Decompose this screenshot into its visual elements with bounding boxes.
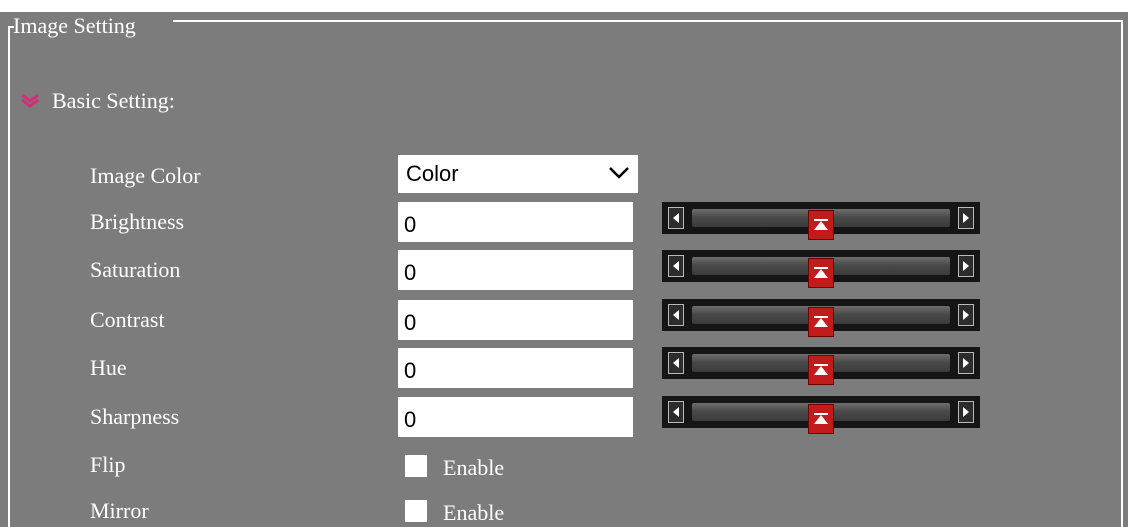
chevron-down-icon: [609, 167, 629, 179]
arrow-right-icon: [963, 358, 969, 368]
sharpness-decrease-button[interactable]: [668, 401, 684, 423]
slider-track[interactable]: [692, 209, 950, 240]
slider-thumb-icon: [814, 219, 828, 230]
hue-increase-button[interactable]: [958, 352, 974, 374]
slider-thumb[interactable]: [808, 307, 834, 337]
saturation-decrease-button[interactable]: [668, 255, 684, 277]
saturation-slider[interactable]: [662, 250, 980, 288]
contrast-slider[interactable]: [662, 299, 980, 337]
hue-label: Hue: [90, 355, 127, 380]
image-color-label: Image Color: [90, 163, 201, 188]
arrow-right-icon: [963, 213, 969, 223]
saturation-input[interactable]: [398, 250, 633, 290]
hue-input[interactable]: [398, 348, 633, 388]
arrow-left-icon: [673, 261, 679, 271]
hue-decrease-button[interactable]: [668, 352, 684, 374]
slider-thumb[interactable]: [808, 404, 834, 434]
saturation-label: Saturation: [90, 257, 181, 282]
hue-slider[interactable]: [662, 347, 980, 385]
contrast-label: Contrast: [90, 307, 165, 332]
slider-thumb-icon: [814, 316, 828, 327]
slider-thumb[interactable]: [808, 210, 834, 240]
mirror-checkbox[interactable]: [405, 500, 427, 522]
slider-thumb[interactable]: [808, 355, 834, 385]
arrow-right-icon: [963, 407, 969, 417]
contrast-decrease-button[interactable]: [668, 304, 684, 326]
slider-thumb-icon: [814, 364, 828, 375]
flip-enable-label[interactable]: Enable: [443, 454, 504, 482]
arrow-left-icon: [673, 358, 679, 368]
arrow-left-icon: [673, 213, 679, 223]
brightness-input[interactable]: [398, 202, 633, 242]
slider-track[interactable]: [692, 403, 950, 434]
fieldset-border-right: [1121, 20, 1123, 527]
arrow-right-icon: [963, 310, 969, 320]
slider-thumb-icon: [814, 267, 828, 278]
brightness-decrease-button[interactable]: [668, 207, 684, 229]
slider-track[interactable]: [692, 306, 950, 337]
fieldset-legend: Image Setting: [13, 13, 136, 38]
double-chevron-down-icon: [21, 93, 39, 108]
basic-setting-title: Basic Setting:: [52, 88, 175, 113]
sharpness-label: Sharpness: [90, 404, 180, 429]
flip-checkbox[interactable]: [405, 455, 427, 477]
arrow-left-icon: [673, 407, 679, 417]
contrast-input[interactable]: [398, 300, 633, 340]
sharpness-input[interactable]: [398, 397, 633, 437]
slider-thumb[interactable]: [808, 258, 834, 288]
brightness-label: Brightness: [90, 209, 185, 234]
basic-setting-section[interactable]: Basic Setting:: [20, 86, 175, 116]
contrast-increase-button[interactable]: [958, 304, 974, 326]
mirror-label: Mirror: [90, 498, 149, 523]
slider-track[interactable]: [692, 257, 950, 288]
image-color-select[interactable]: Color: [398, 155, 638, 193]
image-color-value: Color: [406, 161, 459, 186]
brightness-increase-button[interactable]: [958, 207, 974, 229]
mirror-enable-label[interactable]: Enable: [443, 499, 504, 527]
fieldset-border-top: [173, 20, 1121, 22]
brightness-slider[interactable]: [662, 202, 980, 240]
top-bar: [0, 0, 1128, 12]
slider-thumb-icon: [814, 413, 828, 424]
slider-track[interactable]: [692, 354, 950, 385]
arrow-right-icon: [963, 261, 969, 271]
arrow-left-icon: [673, 310, 679, 320]
fieldset-border-left: [8, 26, 10, 527]
sharpness-increase-button[interactable]: [958, 401, 974, 423]
flip-label: Flip: [90, 452, 126, 477]
sharpness-slider[interactable]: [662, 396, 980, 434]
saturation-increase-button[interactable]: [958, 255, 974, 277]
